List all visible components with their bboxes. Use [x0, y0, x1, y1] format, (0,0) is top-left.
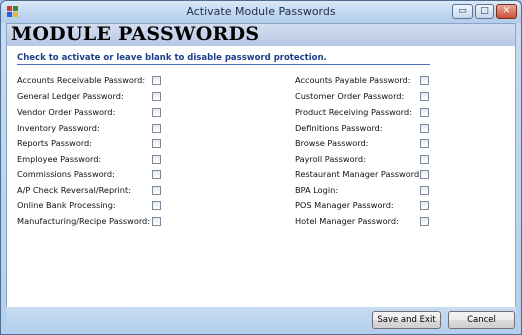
row-pos-manager: POS Manager Password:: [295, 200, 435, 212]
checkbox-reports[interactable]: [152, 139, 161, 148]
minimize-button[interactable]: ▭: [452, 4, 473, 19]
row-online-bank: Online Bank Processing:: [17, 200, 167, 212]
label-product-receiving: Product Receiving Password:: [295, 107, 412, 117]
save-and-exit-button[interactable]: Save and Exit: [372, 311, 441, 329]
checkbox-accounts-payable[interactable]: [420, 76, 429, 85]
checkbox-ap-check-reversal[interactable]: [152, 186, 161, 195]
checkbox-manufacturing-recipe[interactable]: [152, 217, 161, 226]
checkbox-general-ledger[interactable]: [152, 92, 161, 101]
maximize-button[interactable]: □: [475, 4, 494, 19]
checkbox-browse[interactable]: [420, 139, 429, 148]
label-accounts-receivable: Accounts Receivable Password:: [17, 75, 146, 85]
row-restaurant-manager: Restaurant Manager Password:: [295, 169, 435, 181]
row-vendor-order: Vendor Order Password:: [17, 107, 167, 119]
instructions-text: Check to activate or leave blank to disa…: [17, 53, 327, 63]
label-commissions: Commissions Password:: [17, 169, 115, 179]
cancel-button[interactable]: Cancel: [448, 311, 515, 329]
checkbox-definitions[interactable]: [420, 124, 429, 133]
label-payroll: Payroll Password:: [295, 154, 366, 164]
label-bpa-login: BPA Login:: [295, 185, 339, 195]
label-vendor-order: Vendor Order Password:: [17, 107, 116, 117]
label-reports: Reports Password:: [17, 138, 93, 148]
checkbox-hotel-manager[interactable]: [420, 217, 429, 226]
label-online-bank: Online Bank Processing:: [17, 200, 116, 210]
row-manufacturing-recipe: Manufacturing/Recipe Password:: [17, 216, 167, 228]
row-employee: Employee Password:: [17, 154, 167, 166]
checkbox-accounts-receivable[interactable]: [152, 76, 161, 85]
row-accounts-payable: Accounts Payable Password:: [295, 75, 435, 87]
checkbox-customer-order[interactable]: [420, 92, 429, 101]
row-reports: Reports Password:: [17, 138, 167, 150]
row-ap-check-reversal: A/P Check Reversal/Reprint:: [17, 185, 167, 197]
label-pos-manager: POS Manager Password:: [295, 200, 394, 210]
checkbox-pos-manager[interactable]: [420, 201, 429, 210]
dialog-window: Activate Module Passwords ▭ □ ✕ MODULE P…: [0, 0, 522, 335]
close-button[interactable]: ✕: [496, 4, 517, 19]
title-bar[interactable]: Activate Module Passwords ▭ □ ✕: [1, 1, 521, 23]
checkbox-employee[interactable]: [152, 155, 161, 164]
label-restaurant-manager: Restaurant Manager Password:: [295, 169, 422, 179]
row-bpa-login: BPA Login:: [295, 185, 435, 197]
label-ap-check-reversal: A/P Check Reversal/Reprint:: [17, 185, 131, 195]
checkbox-product-receiving[interactable]: [420, 108, 429, 117]
row-customer-order: Customer Order Password:: [295, 91, 435, 103]
checkbox-online-bank[interactable]: [152, 201, 161, 210]
row-hotel-manager: Hotel Manager Password:: [295, 216, 435, 228]
row-product-receiving: Product Receiving Password:: [295, 107, 435, 119]
row-inventory: Inventory Password:: [17, 123, 167, 135]
checkbox-restaurant-manager[interactable]: [420, 170, 429, 179]
row-browse: Browse Password:: [295, 138, 435, 150]
checkbox-vendor-order[interactable]: [152, 108, 161, 117]
row-general-ledger: General Ledger Password:: [17, 91, 167, 103]
row-definitions: Definitions Password:: [295, 123, 435, 135]
row-accounts-receivable: Accounts Receivable Password:: [17, 75, 167, 87]
window-title: Activate Module Passwords: [186, 5, 336, 18]
checkbox-commissions[interactable]: [152, 170, 161, 179]
label-accounts-payable: Accounts Payable Password:: [295, 75, 411, 85]
label-employee: Employee Password:: [17, 154, 102, 164]
divider: [17, 64, 430, 65]
page-title: MODULE PASSWORDS: [11, 23, 260, 45]
label-manufacturing-recipe: Manufacturing/Recipe Password:: [17, 216, 151, 226]
label-browse: Browse Password:: [295, 138, 369, 148]
row-commissions: Commissions Password:: [17, 169, 167, 181]
row-payroll: Payroll Password:: [295, 154, 435, 166]
label-general-ledger: General Ledger Password:: [17, 91, 124, 101]
dialog-body: MODULE PASSWORDS Check to activate or le…: [6, 23, 516, 329]
checkbox-bpa-login[interactable]: [420, 186, 429, 195]
label-hotel-manager: Hotel Manager Password:: [295, 216, 399, 226]
label-customer-order: Customer Order Password:: [295, 91, 405, 101]
checkbox-inventory[interactable]: [152, 124, 161, 133]
checkbox-payroll[interactable]: [420, 155, 429, 164]
label-definitions: Definitions Password:: [295, 123, 383, 133]
label-inventory: Inventory Password:: [17, 123, 100, 133]
header-band: MODULE PASSWORDS: [7, 23, 515, 46]
